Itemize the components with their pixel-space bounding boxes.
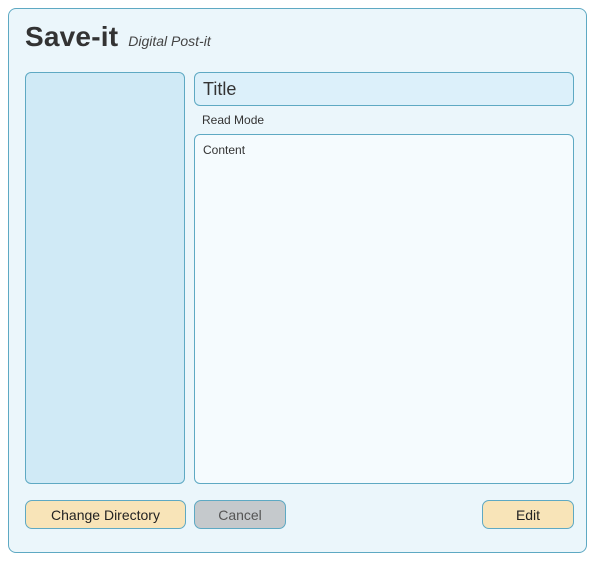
- cancel-label: Cancel: [218, 506, 262, 523]
- content-textarea[interactable]: [194, 134, 574, 484]
- mode-label: Read Mode: [202, 113, 265, 127]
- app-title: Save-it: [25, 21, 119, 52]
- change-directory-label: Change Directory: [51, 506, 160, 523]
- change-directory-button[interactable]: Change Directory: [25, 500, 186, 529]
- app-window: Save-it Digital Post-it Read Mode Change…: [8, 8, 587, 553]
- app-subtitle: Digital Post-it: [128, 33, 211, 49]
- cancel-button[interactable]: Cancel: [194, 500, 286, 529]
- edit-button[interactable]: Edit: [482, 500, 574, 529]
- title-input[interactable]: [194, 72, 574, 106]
- app-header: Save-it Digital Post-it: [25, 21, 211, 53]
- notes-list[interactable]: [25, 72, 185, 484]
- edit-label: Edit: [515, 506, 541, 523]
